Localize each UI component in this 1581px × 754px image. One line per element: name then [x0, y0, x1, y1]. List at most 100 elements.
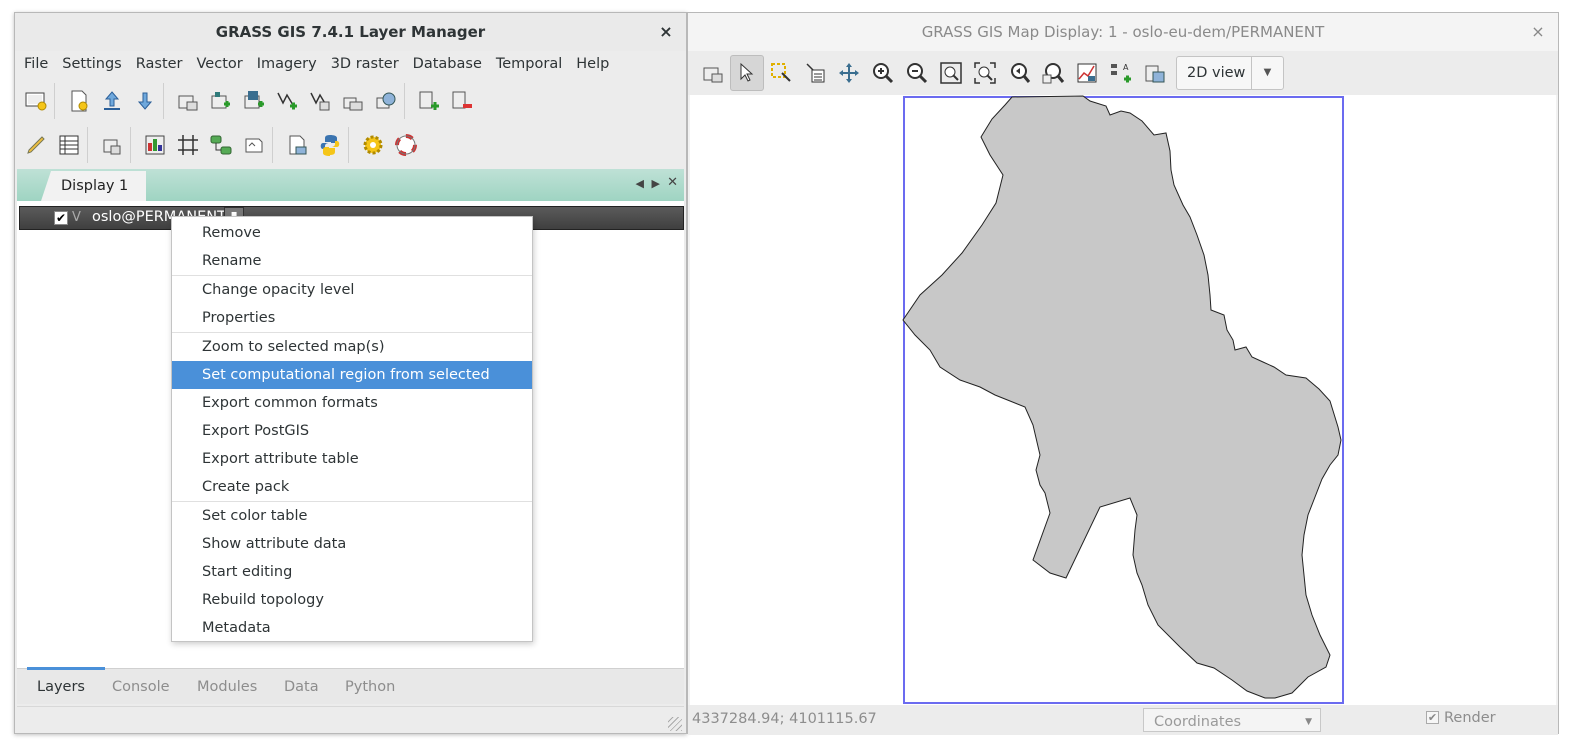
pointer-icon[interactable] [730, 55, 764, 91]
toolbar-separator [404, 83, 412, 119]
menu-item-properties[interactable]: Properties [172, 304, 532, 332]
menu-vector[interactable]: Vector [190, 51, 250, 77]
menu-item-rebuild-topology[interactable]: Rebuild topology [172, 586, 532, 614]
menu-item-export-postgis[interactable]: Export PostGIS [172, 417, 532, 445]
add-group-icon[interactable] [412, 83, 445, 119]
menu-3d-raster[interactable]: 3D raster [324, 51, 406, 77]
map-display-window: GRASS GIS Map Display: 1 - oslo-eu-dem/P… [687, 12, 1559, 735]
add-vector-misc-icon[interactable] [303, 83, 336, 119]
map-canvas[interactable] [690, 95, 1556, 705]
save-display-icon[interactable] [1138, 55, 1172, 91]
tab-close-icon[interactable]: ✕ [667, 175, 678, 190]
menu-imagery[interactable]: Imagery [250, 51, 324, 77]
menu-temporal[interactable]: Temporal [489, 51, 569, 77]
select-icon[interactable] [764, 55, 798, 91]
tab-layers[interactable]: Layers [27, 667, 105, 705]
layer-manager-titlebar[interactable]: GRASS GIS 7.4.1 Layer Manager × [15, 13, 686, 51]
open-workspace-icon[interactable] [95, 83, 128, 119]
menu-item-export-common-formats[interactable]: Export common formats [172, 389, 532, 417]
settings-gear-icon[interactable] [356, 127, 389, 163]
python-icon[interactable] [313, 127, 346, 163]
menu-item-change-opacity-level[interactable]: Change opacity level [172, 276, 532, 304]
close-icon[interactable]: × [656, 22, 676, 42]
menu-item-export-attribute-table[interactable]: Export attribute table [172, 445, 532, 473]
menu-settings[interactable]: Settings [55, 51, 128, 77]
display-tab-strip: Display 1 ◀ ▶ ✕ [17, 169, 684, 201]
render-checkbox[interactable]: ✔ [1426, 711, 1439, 724]
add-vector-icon[interactable] [270, 83, 303, 119]
toolbar-separator [54, 83, 62, 119]
view-mode-select[interactable]: 2D view ▼ [1176, 56, 1284, 90]
menu-item-set-color-table[interactable]: Set color table [172, 502, 532, 530]
close-icon[interactable]: × [1528, 22, 1548, 42]
attribute-table-icon[interactable] [52, 127, 85, 163]
script-icon[interactable] [280, 127, 313, 163]
add-overlay-icon[interactable] [336, 83, 369, 119]
menu-file[interactable]: File [17, 51, 55, 77]
menu-item-show-attribute-data[interactable]: Show attribute data [172, 530, 532, 558]
map-calculator-icon[interactable] [95, 127, 128, 163]
map-status-bar: 4337284.94; 4101115.67 Coordinates ▼ ✔ R… [688, 705, 1558, 735]
tab-python[interactable]: Python [345, 669, 395, 705]
graphical-modeler-icon[interactable] [204, 127, 237, 163]
zoom-region-icon[interactable] [968, 55, 1002, 91]
menu-item-remove[interactable]: Remove [172, 219, 532, 247]
menu-raster[interactable]: Raster [129, 51, 190, 77]
tab-scroll-left-icon[interactable]: ◀ [636, 177, 644, 190]
oslo-polygon [902, 95, 1342, 699]
zoom-menu-icon[interactable] [1036, 55, 1070, 91]
window-title: GRASS GIS Map Display: 1 - oslo-eu-dem/P… [921, 23, 1325, 41]
new-workspace-icon[interactable] [62, 83, 95, 119]
add-wms-icon[interactable] [369, 83, 402, 119]
chevron-down-icon[interactable]: ▼ [1251, 57, 1283, 89]
add-raster-icon[interactable] [204, 83, 237, 119]
zoom-back-icon[interactable] [1002, 55, 1036, 91]
save-workspace-icon[interactable] [128, 83, 161, 119]
grid-icon[interactable] [171, 127, 204, 163]
tab-display-1[interactable]: Display 1 [41, 171, 147, 201]
edit-pencil-icon[interactable] [19, 127, 52, 163]
tab-scroll-right-icon[interactable]: ▶ [652, 177, 660, 190]
menu-item-set-computational-region-from-selected-map-s[interactable]: Set computational region from selected m… [172, 361, 532, 411]
new-display-icon[interactable] [19, 83, 52, 119]
window-title: GRASS GIS 7.4.1 Layer Manager [215, 23, 486, 41]
add-map-layers-icon[interactable] [171, 83, 204, 119]
menu-item-start-editing[interactable]: Start editing [172, 558, 532, 586]
add-raster-misc-icon[interactable] [237, 83, 270, 119]
tools-toolbar [15, 123, 422, 167]
delete-layer-icon[interactable] [445, 83, 478, 119]
statusbar-mode-select[interactable]: Coordinates ▼ [1143, 708, 1321, 732]
toolbar-separator [130, 127, 138, 163]
raster-tools-icon[interactable] [138, 127, 171, 163]
analyze-icon[interactable] [1070, 55, 1104, 91]
menu-help[interactable]: Help [569, 51, 616, 77]
zoom-out-icon[interactable] [900, 55, 934, 91]
query-icon[interactable] [798, 55, 832, 91]
zoom-extent-icon[interactable] [934, 55, 968, 91]
layer-context-menu: Remove Rename Change opacity level Properti… [171, 216, 533, 642]
zoom-in-icon[interactable] [866, 55, 900, 91]
pan-icon[interactable] [832, 55, 866, 91]
tab-modules[interactable]: Modules [197, 669, 257, 705]
chevron-down-icon[interactable]: ▼ [1305, 709, 1312, 731]
help-lifebuoy-icon[interactable] [389, 127, 422, 163]
menu-database[interactable]: Database [406, 51, 489, 77]
tab-data[interactable]: Data [284, 669, 319, 705]
resize-grip-icon[interactable] [668, 717, 682, 731]
view-mode-value: 2D view [1187, 65, 1246, 81]
map-display-titlebar[interactable]: GRASS GIS Map Display: 1 - oslo-eu-dem/P… [688, 13, 1558, 51]
toolbar-separator [272, 127, 280, 163]
menu-item-rename[interactable]: Rename [172, 247, 532, 275]
tab-console[interactable]: Console [112, 669, 170, 705]
svg-text:A: A [1123, 63, 1129, 72]
render-label: Render [1444, 710, 1496, 726]
menu-item-metadata[interactable]: Metadata [172, 614, 532, 642]
menu-item-zoom-to-selected-map-s[interactable]: Zoom to selected map(s) [172, 333, 532, 361]
map-render [902, 95, 1344, 704]
map-decorations-icon[interactable]: A [1104, 55, 1138, 91]
cartographic-composer-icon[interactable] [237, 127, 270, 163]
display-map-icon[interactable] [696, 55, 730, 91]
menu-item-create-pack[interactable]: Create pack [172, 473, 532, 501]
menu-bar: File Settings Raster Vector Imagery 3D raster… [15, 51, 686, 77]
layer-visibility-checkbox[interactable]: ✔ [54, 211, 68, 225]
